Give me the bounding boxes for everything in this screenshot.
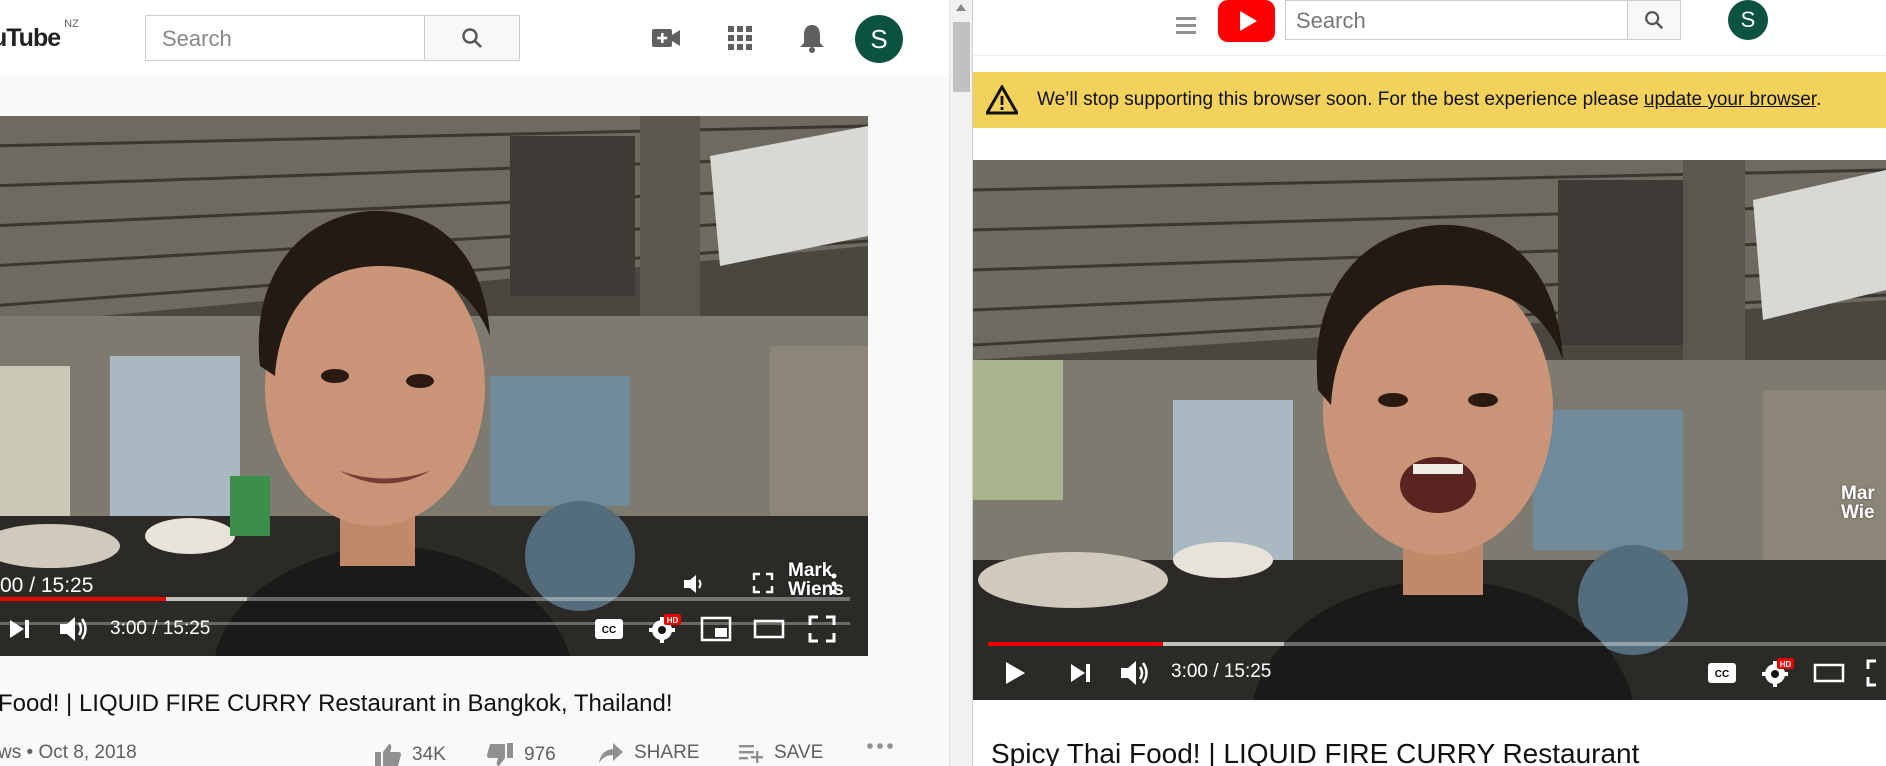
banner-suffix: .: [1816, 89, 1822, 110]
thumbs-up-icon: [375, 744, 401, 766]
watermark-line2: Wie: [1841, 502, 1875, 523]
play-icon: [1006, 662, 1025, 684]
channel-watermark: Mar Wie: [1841, 484, 1875, 522]
add-to-playlist-icon: [739, 745, 763, 763]
banner-text: We’ll stop supporting this browser soon.…: [1037, 89, 1644, 110]
like-button[interactable]: 34K: [374, 742, 446, 766]
logo-text: uTube: [0, 24, 61, 52]
preview-fullscreen-icon[interactable]: [752, 572, 774, 599]
watermark-line1: Mark: [788, 560, 833, 581]
next-icon: [1071, 664, 1090, 682]
search-icon: [462, 28, 482, 48]
search-button[interactable]: [424, 15, 520, 61]
volume-button[interactable]: [1119, 657, 1151, 689]
settings-button[interactable]: HD: [1761, 657, 1795, 689]
avatar[interactable]: S: [855, 15, 903, 63]
captions-icon: CC: [595, 619, 623, 639]
captions-icon: CC: [1708, 663, 1736, 683]
next-button[interactable]: [8, 614, 32, 644]
desktop-stage: uTubeNZ Search S: [0, 0, 1886, 766]
share-arrow-icon: [599, 743, 623, 763]
search-input[interactable]: Search: [145, 15, 425, 61]
youtube-logo[interactable]: uTubeNZ: [0, 18, 79, 53]
views-fragment: ws: [0, 742, 22, 763]
fullscreen-button[interactable]: [1866, 657, 1886, 689]
hamburger-menu-icon[interactable]: [1171, 10, 1201, 40]
theater-mode-icon: [1813, 663, 1845, 683]
play-triangle-icon: [1240, 11, 1257, 31]
play-button[interactable]: [1003, 657, 1027, 689]
share-label: SHARE: [634, 742, 700, 763]
settings-gear-icon: HD: [1762, 658, 1794, 687]
captions-button[interactable]: CC: [594, 614, 624, 644]
theater-mode-icon: [753, 619, 785, 639]
settings-gear-icon: HD: [649, 614, 681, 643]
thumbs-down-icon: [487, 743, 513, 766]
share-button[interactable]: SHARE: [598, 742, 699, 764]
volume-button[interactable]: [58, 614, 90, 644]
update-browser-link[interactable]: update your browser: [1644, 89, 1816, 110]
settings-button[interactable]: HD: [648, 614, 682, 644]
search-input[interactable]: Search: [1285, 0, 1627, 40]
youtube-logo[interactable]: [1218, 0, 1275, 42]
notifications-bell-icon[interactable]: [796, 22, 828, 54]
video-title: Food! | LIQUID FIRE CURRY Restaurant in …: [0, 690, 673, 717]
dislike-count: 976: [524, 744, 556, 765]
volume-icon: [1121, 661, 1148, 685]
theater-mode-button[interactable]: [753, 614, 785, 644]
fullscreen-icon: [1866, 659, 1876, 687]
time-display: 3:00 / 15:25: [110, 618, 211, 639]
miniplayer-button[interactable]: [700, 614, 732, 644]
played-bar: [0, 597, 166, 601]
more-actions-button[interactable]: [866, 742, 894, 750]
search-icon: [1645, 11, 1664, 30]
scrollbar-thumb[interactable]: [953, 22, 970, 92]
fullscreen-button[interactable]: [808, 614, 836, 644]
miniplayer-icon: [700, 616, 732, 642]
save-button[interactable]: SAVE: [738, 742, 823, 764]
more-horizontal-icon: [867, 743, 893, 749]
apps-grid-icon[interactable]: [724, 22, 756, 54]
dislike-button[interactable]: 976: [486, 742, 556, 766]
video-frame-image: [973, 160, 1886, 700]
left-masthead: uTubeNZ Search S: [0, 0, 949, 76]
progress-bar[interactable]: [988, 642, 1886, 646]
svg-text:CC: CC: [1715, 669, 1729, 680]
search-button[interactable]: [1627, 0, 1681, 40]
time-display: 3:00 / 15:25: [1171, 661, 1272, 682]
banner-message: We’ll stop supporting this browser soon.…: [1037, 89, 1821, 111]
scroll-up-arrow-icon[interactable]: [956, 4, 966, 11]
warning-triangle-icon: [986, 85, 1018, 115]
right-youtube-window: Search S We’ll stop supporting this brow…: [973, 0, 1886, 766]
right-video-player[interactable]: Mar Wie 3:00 / 15:25 CC HD: [973, 160, 1886, 700]
preview-time-overlay: 00 / 15:25: [0, 574, 94, 597]
create-video-icon[interactable]: [650, 22, 682, 54]
played-bar: [988, 642, 1164, 646]
left-scrollbar[interactable]: [949, 0, 972, 766]
like-count: 34K: [412, 744, 446, 765]
video-frame-image: [0, 116, 868, 656]
fullscreen-icon: [808, 615, 836, 643]
video-title: Spicy Thai Food! | LIQUID FIRE CURRY Res…: [991, 738, 1640, 766]
unsupported-browser-banner: We’ll stop supporting this browser soon.…: [973, 72, 1886, 128]
right-masthead: Search S: [973, 0, 1886, 56]
preview-progress-bar[interactable]: [0, 597, 850, 601]
watermark-line1: Mar: [1841, 483, 1875, 504]
next-button[interactable]: [1069, 657, 1093, 689]
left-youtube-window: uTubeNZ Search S: [0, 0, 949, 766]
left-video-player[interactable]: Mark Wiens: [0, 116, 868, 656]
theater-mode-button[interactable]: [1813, 657, 1845, 689]
video-meta: ws • Oct 8, 2018: [0, 742, 137, 763]
save-label: SAVE: [774, 742, 824, 763]
svg-text:HD: HD: [667, 616, 679, 625]
next-icon: [10, 620, 29, 638]
upload-date: Oct 8, 2018: [38, 742, 137, 763]
region-code: NZ: [64, 17, 79, 30]
svg-text:CC: CC: [602, 625, 616, 636]
avatar[interactable]: S: [1728, 0, 1768, 40]
svg-text:HD: HD: [1780, 660, 1792, 669]
volume-icon: [60, 617, 87, 641]
captions-button[interactable]: CC: [1707, 657, 1737, 689]
